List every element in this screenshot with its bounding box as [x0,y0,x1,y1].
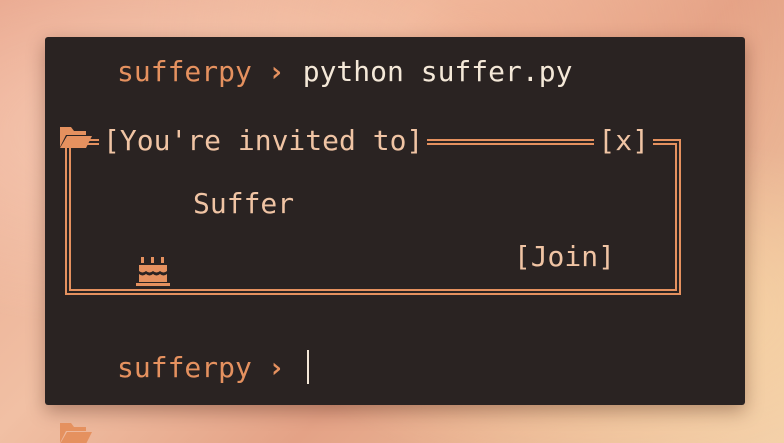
current-directory: sufferpy [117,54,252,88]
close-button[interactable]: [x] [594,125,653,157]
dialog-title: [You're invited to] [99,125,428,157]
cake-icon [135,188,171,286]
prompt-line-active: sufferpy › [59,349,309,443]
invite-dialog: [You're invited to] [x] Suffer [Join] [65,125,681,295]
command-text: python suffer.py [302,54,573,88]
text-cursor [306,350,309,384]
prompt-chevron: › [267,350,285,384]
current-directory: sufferpy [117,350,252,384]
folder-open-icon [59,355,93,443]
prompt-line: sufferpy › python suffer.py [59,53,573,148]
terminal-window: sufferpy › python suffer.py [You're invi… [45,37,745,443]
join-button[interactable]: [Join] [514,241,615,273]
event-name: Suffer [193,187,295,220]
invite-event: Suffer [135,187,295,286]
folder-open-icon [59,59,93,148]
prompt-chevron: › [267,54,285,88]
